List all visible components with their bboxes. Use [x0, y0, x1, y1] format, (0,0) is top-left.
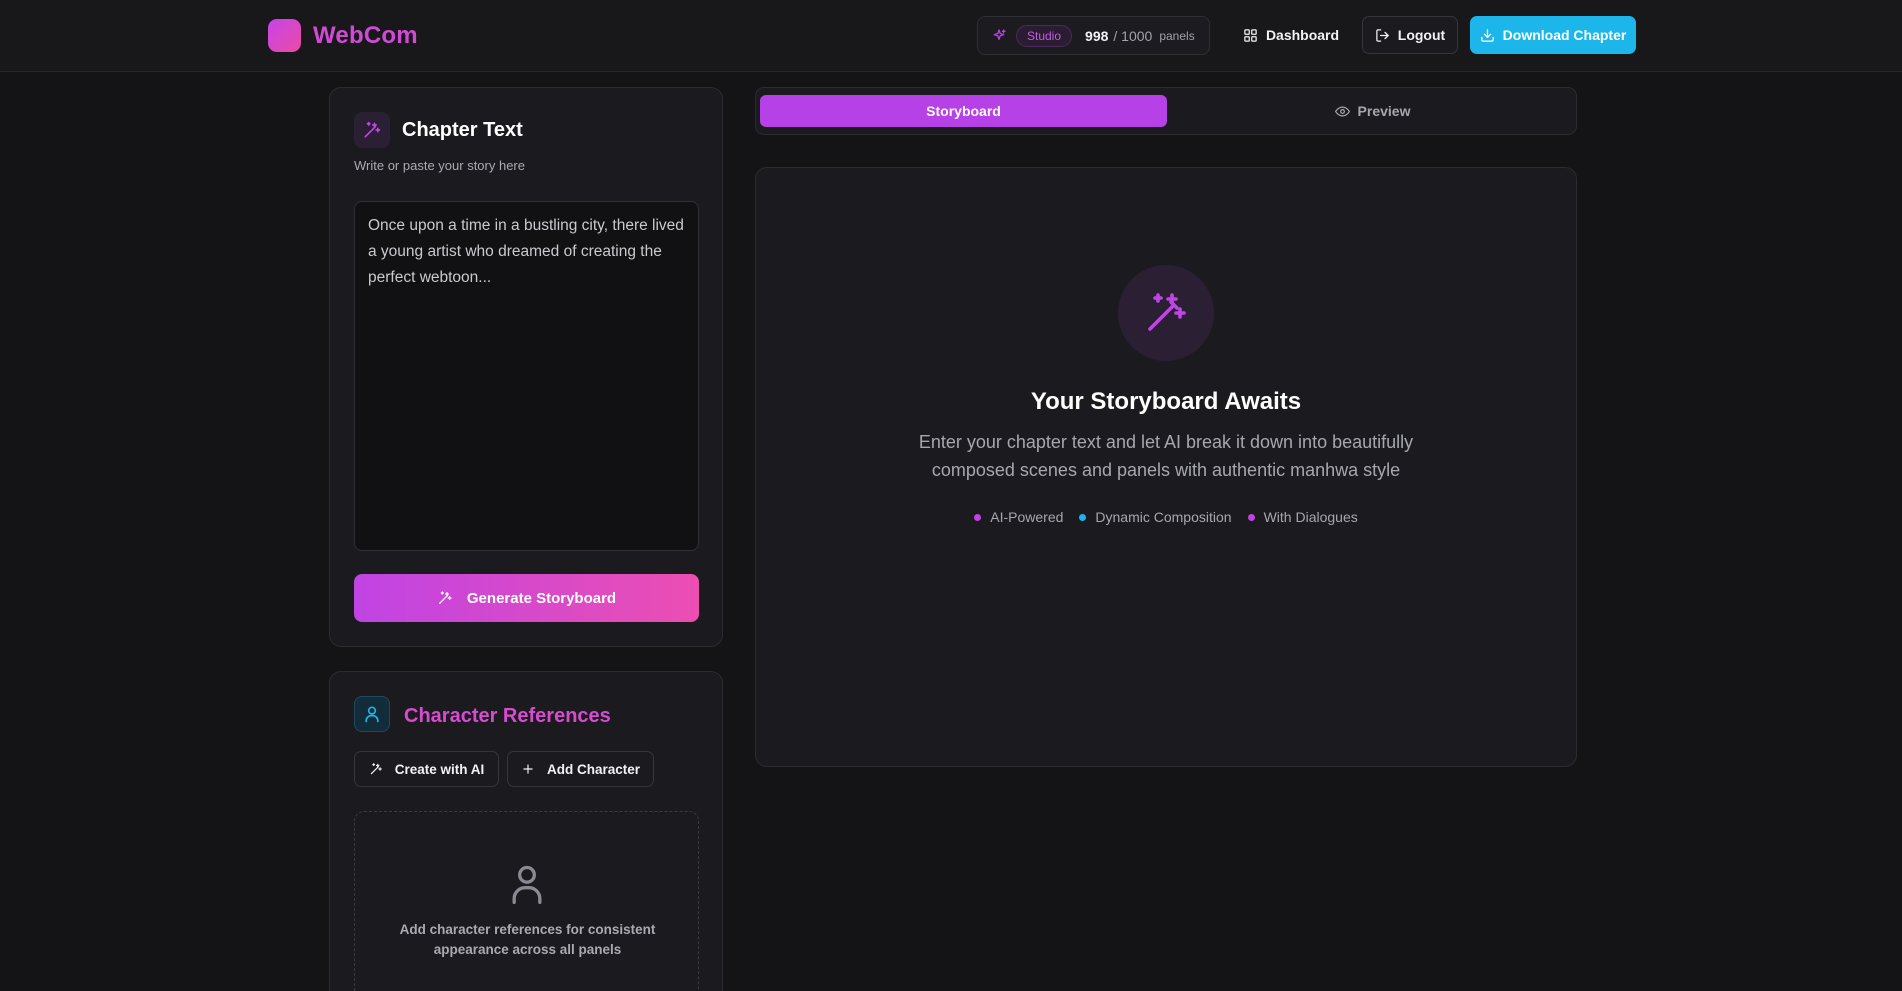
logout-icon: [1376, 28, 1389, 42]
user-outline-icon: [512, 865, 542, 904]
character-references-card: Character References Create with AI Add …: [329, 671, 723, 991]
chapter-subtitle: Write or paste your story here: [354, 158, 525, 173]
credits-indicator: Studio 998 / 1000 panels: [977, 16, 1210, 55]
feature-dot: [1079, 513, 1087, 521]
brand-logo[interactable]: WebCom: [268, 19, 418, 52]
credits-unit: panels: [1159, 28, 1195, 43]
tab-preview[interactable]: Preview: [1171, 95, 1574, 127]
create-with-ai-button[interactable]: Create with AI: [354, 751, 499, 787]
magic-wand-icon: [1148, 293, 1186, 331]
logout-button[interactable]: Logout: [1362, 16, 1458, 54]
download-label: Download Chapter: [1502, 27, 1627, 43]
tab-preview-label: Preview: [1357, 103, 1411, 119]
magic-wand-icon: [438, 591, 452, 604]
character-dropzone[interactable]: Add character references for consistent …: [354, 811, 699, 991]
chapter-icon-box: [354, 112, 390, 148]
chapter-text-card: Chapter Text Write or paste your story h…: [329, 87, 723, 647]
add-character-button[interactable]: Add Character: [507, 751, 654, 787]
generate-label: Generate Storyboard: [466, 589, 617, 607]
character-empty-text: Add character references for consistent …: [399, 922, 656, 957]
plan-badge: Studio: [1016, 24, 1073, 47]
character-references-title: Character References: [404, 705, 611, 727]
logo-icon: [268, 19, 301, 52]
download-chapter-button[interactable]: Download Chapter: [1470, 16, 1636, 54]
chapter-text-input[interactable]: Once upon a time in a bustling city, the…: [354, 201, 699, 551]
credits-total: / 1000: [1113, 27, 1153, 44]
brand-name: WebCom: [313, 21, 418, 49]
download-icon: [1480, 28, 1494, 42]
dashboard-label: Dashboard: [1265, 27, 1340, 43]
storyboard-empty-state: Your Storyboard Awaits Enter your chapte…: [755, 167, 1577, 767]
logout-label: Logout: [1397, 27, 1446, 43]
dashboard-button[interactable]: Dashboard: [1236, 16, 1346, 54]
feature-dot: [1247, 513, 1255, 521]
feature-item: With Dialogues: [1247, 509, 1358, 525]
sparkles-icon: [993, 28, 1006, 40]
magic-wand-icon: [364, 121, 381, 138]
storyboard-empty-description: Enter your chapter text and let AI break…: [918, 432, 1414, 480]
user-icon: [365, 706, 379, 723]
storyboard-icon-circle: [1118, 265, 1214, 361]
create-with-ai-label: Create with AI: [394, 761, 485, 777]
feature-label: With Dialogues: [1263, 509, 1358, 525]
chapter-title: Chapter Text: [402, 119, 523, 141]
view-tabs: Storyboard Preview: [755, 87, 1577, 135]
character-icon-box: [354, 696, 390, 732]
grid-icon: [1244, 28, 1257, 42]
feature-label: Dynamic Composition: [1095, 509, 1232, 525]
feature-list: AI-Powered Dynamic Composition With Dial…: [756, 509, 1576, 525]
magic-wand-icon: [370, 763, 382, 775]
feature-dot: [974, 513, 982, 521]
generate-storyboard-button[interactable]: Generate Storyboard: [354, 574, 699, 622]
feature-label: AI-Powered: [990, 509, 1064, 525]
top-bar: WebCom Studio 998 / 1000 panels Dashboar…: [0, 0, 1902, 72]
tab-storyboard[interactable]: Storyboard: [760, 95, 1167, 127]
storyboard-empty-title: Your Storyboard Awaits: [1030, 388, 1302, 415]
add-character-label: Add Character: [546, 761, 641, 777]
feature-item: AI-Powered: [974, 509, 1063, 525]
plus-icon: [523, 764, 533, 774]
feature-item: Dynamic Composition: [1079, 509, 1232, 525]
credits-used: 998: [1085, 27, 1109, 44]
eye-icon: [1334, 106, 1350, 116]
